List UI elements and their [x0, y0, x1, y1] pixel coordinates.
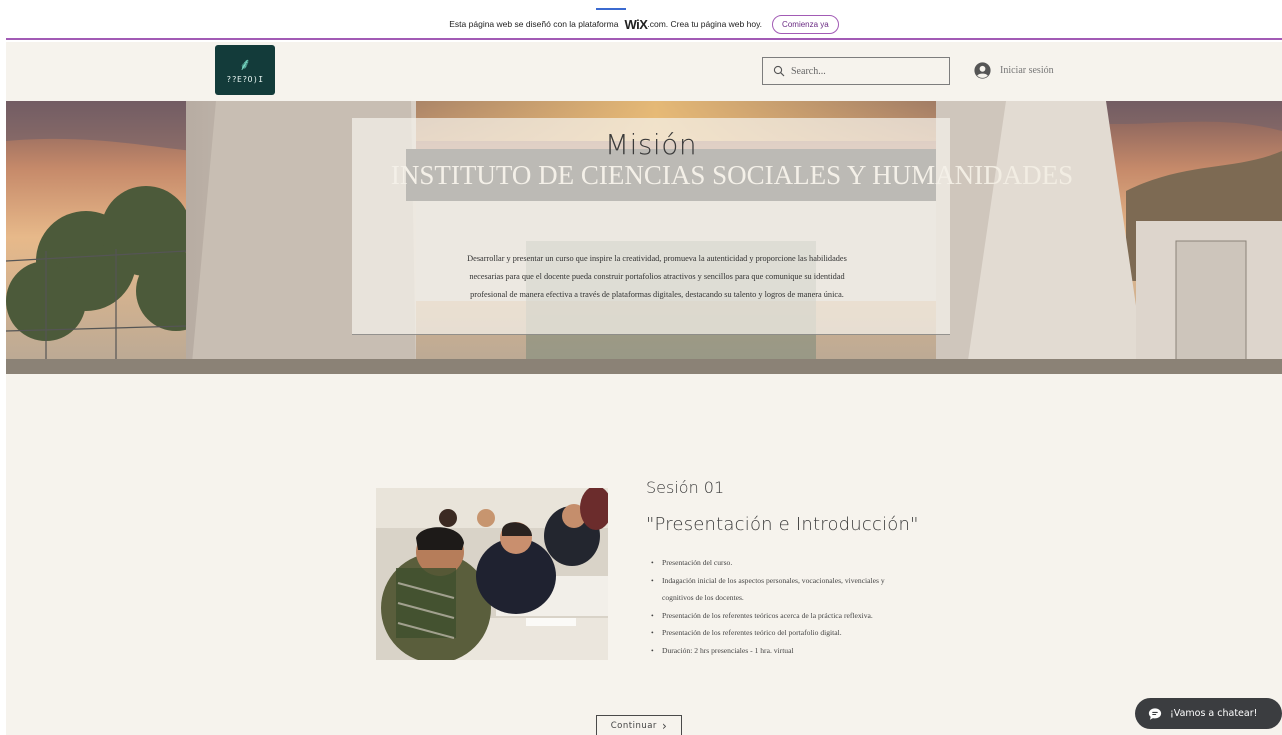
mission-panel: Misión Desarrollar y presentar un curso …: [352, 118, 950, 335]
session-title: Sesión 01: [646, 478, 725, 497]
search-icon: [773, 65, 785, 77]
banner-text-after: .com. Crea tu página web hoy.: [647, 19, 763, 29]
search-box[interactable]: [762, 57, 950, 85]
start-now-button[interactable]: Comienza ya: [772, 14, 839, 34]
list-item: Duración: 2 hrs presenciales - 1 hra. vi…: [650, 642, 900, 660]
site-header: ⸙ ??E?O)I Iniciar sesión: [6, 42, 1282, 101]
list-item: Presentación del curso.: [650, 554, 900, 572]
logo-text: ??E?O)I: [226, 74, 264, 84]
hero-section: INSTITUTO DE CIENCIAS SOCIALES Y HUMANID…: [6, 101, 1282, 374]
list-item: Presentación de los referentes teóricos …: [650, 607, 900, 625]
session-subtitle: "Presentación e Introducción": [646, 514, 919, 535]
login-label: Iniciar sesión: [1000, 65, 1054, 76]
list-item: Indagación inicial de los aspectos perso…: [650, 572, 900, 607]
site-logo[interactable]: ⸙ ??E?O)I: [215, 45, 275, 95]
session-topics-list: Presentación del curso. Indagación inici…: [650, 554, 900, 659]
wix-brand-text: WiX: [624, 16, 648, 32]
list-item: Presentación de los referentes teórico d…: [650, 624, 900, 642]
session-classroom-photo: [376, 488, 608, 660]
banner-text-before: Esta página web se diseñó con la platafo…: [449, 19, 619, 29]
wix-promo-banner: Esta página web se diseñó con la platafo…: [6, 8, 1282, 40]
chevron-right-icon: ›: [661, 719, 668, 733]
page-content: ⸙ ??E?O)I Iniciar sesión: [6, 42, 1282, 735]
user-avatar-icon: [974, 62, 991, 79]
chat-bubble-icon: [1148, 707, 1162, 720]
mission-text: Desarrollar y presentar un curso que ins…: [467, 254, 847, 299]
logo-glyph: ⸙: [238, 54, 252, 75]
login-link[interactable]: Iniciar sesión: [974, 62, 1054, 79]
chat-label: ¡Vamos a chatear!: [1170, 708, 1258, 719]
mission-title: Misión: [604, 128, 698, 161]
continue-label: Continuar: [610, 721, 657, 731]
search-input[interactable]: [791, 65, 941, 77]
banner-accent-line: [596, 8, 626, 10]
chat-button[interactable]: ¡Vamos a chatear!: [1135, 698, 1282, 729]
continue-button[interactable]: Continuar ›: [596, 715, 682, 735]
